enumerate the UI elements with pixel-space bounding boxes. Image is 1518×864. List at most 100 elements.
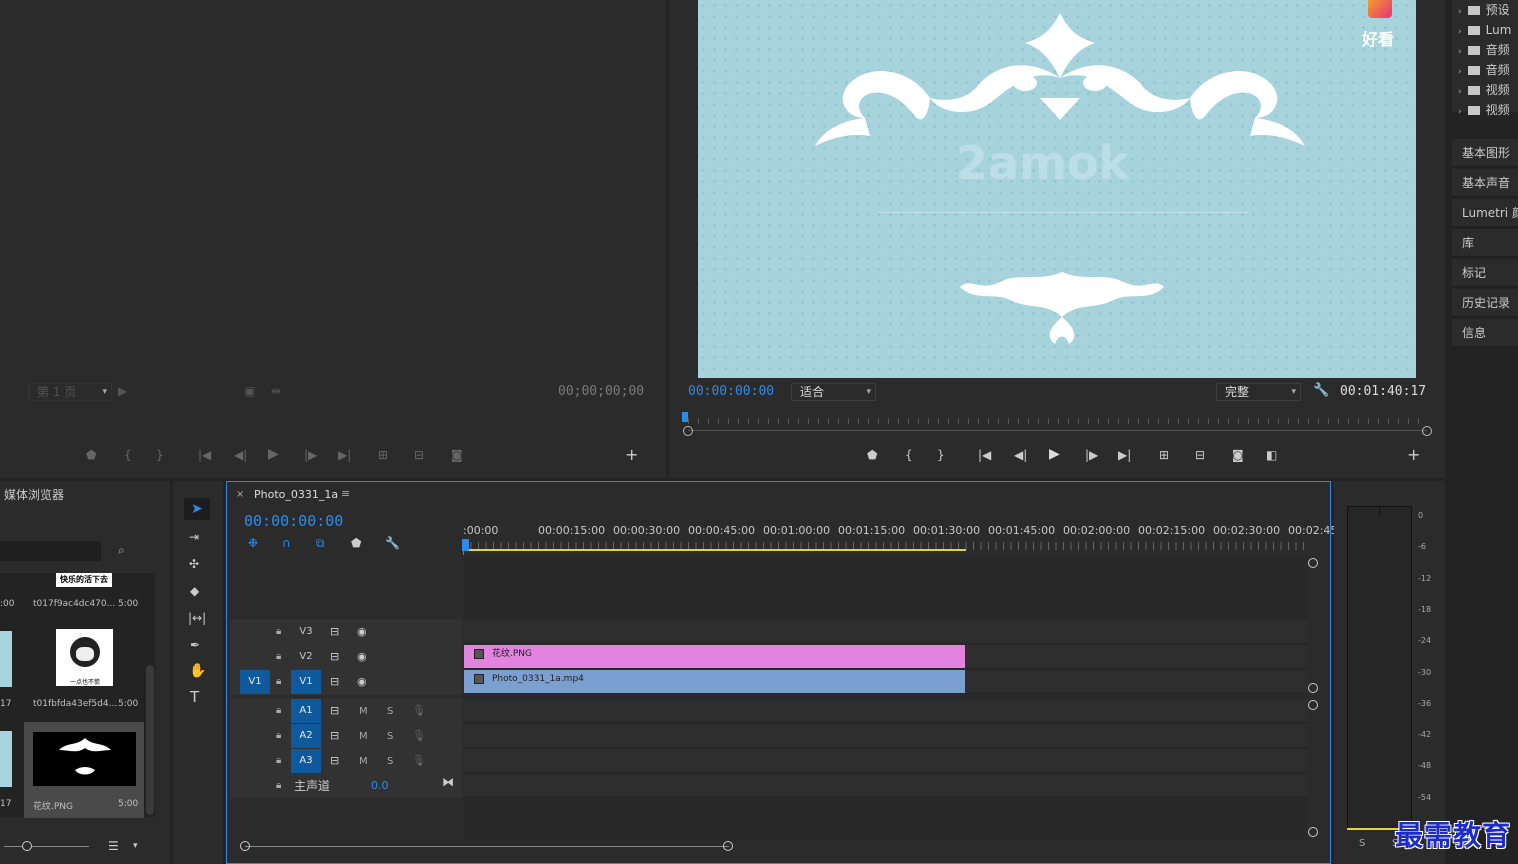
mark-in-icon[interactable]: { xyxy=(124,448,132,462)
eye-icon[interactable]: ◉ xyxy=(357,625,367,639)
camera-icon[interactable]: ◙ xyxy=(1232,448,1244,462)
program-scrub-bar[interactable] xyxy=(688,412,1428,424)
nest-icon[interactable]: ❉ xyxy=(248,536,258,550)
sync-lock-icon[interactable]: ⊟ xyxy=(330,675,339,689)
marker-icon[interactable]: ⬟ xyxy=(867,448,877,462)
side-panel-tab[interactable]: 标记 xyxy=(1452,259,1518,287)
vscroll-video-bottom[interactable] xyxy=(1308,683,1318,693)
side-panel-tab[interactable]: 信息 xyxy=(1452,319,1518,347)
chevron-right-icon[interactable]: › xyxy=(1458,7,1462,17)
extract-icon[interactable]: ⊟ xyxy=(1195,448,1205,462)
go-to-out-icon[interactable]: ▶| xyxy=(1118,448,1131,462)
work-area-bar[interactable] xyxy=(463,549,966,551)
search-browse-icon[interactable]: ⌕ xyxy=(118,543,125,557)
step-forward-icon[interactable]: |▶ xyxy=(304,448,317,462)
media-item-selected[interactable]: 花纹.PNG 5:00 xyxy=(24,722,144,818)
track-target-v3[interactable]: V3 xyxy=(291,620,321,644)
mark-out-icon[interactable]: } xyxy=(156,448,164,462)
snap-icon[interactable]: ∩ xyxy=(282,536,291,550)
sync-lock-icon[interactable]: ⊟ xyxy=(330,625,339,639)
mark-out-icon[interactable]: } xyxy=(937,448,945,462)
track-target-a2[interactable]: A2 xyxy=(291,724,321,748)
track-target-v2[interactable]: V2 xyxy=(291,645,321,669)
media-item[interactable]: 一点也不慌 t01fbfda43ef5d4... 5:00 xyxy=(24,621,144,713)
clip-mp4[interactable]: Photo_0331_1a.mp4 xyxy=(464,670,965,693)
effects-tree-row[interactable]: › 音频 xyxy=(1458,60,1510,80)
step-back-icon[interactable]: ◀| xyxy=(1014,448,1027,462)
chevron-right-icon[interactable]: › xyxy=(1458,67,1462,77)
vscroll-video-top[interactable] xyxy=(1308,558,1318,568)
selection-arrow-icon[interactable]: ➤ xyxy=(191,502,203,516)
lock-icon[interactable]: 🔒︎ xyxy=(276,625,281,639)
export-frame-icon[interactable]: ▣ xyxy=(244,384,255,398)
side-panel-tab[interactable]: Lumetri 颜 xyxy=(1452,199,1518,227)
lock-icon[interactable]: 🔒︎ xyxy=(276,754,281,768)
chevron-right-icon[interactable]: › xyxy=(1458,87,1462,97)
media-scrollbar[interactable] xyxy=(146,665,154,815)
timeline-timecode[interactable]: 00:00:00:00 xyxy=(244,512,343,530)
go-to-in-icon[interactable]: |◀ xyxy=(978,448,991,462)
marker-icon[interactable]: ⬟ xyxy=(86,448,96,462)
zoom-slider-handle[interactable] xyxy=(22,841,32,851)
add-button-icon[interactable]: + xyxy=(1407,447,1420,463)
chevron-right-icon[interactable]: › xyxy=(1458,27,1462,37)
chevron-right-icon[interactable]: › xyxy=(1458,107,1462,117)
sort-icon[interactable]: ☰ xyxy=(108,839,119,853)
side-panel-tab[interactable]: 基本图形 xyxy=(1452,139,1518,167)
zoom-slider-track[interactable] xyxy=(4,846,89,847)
media-item[interactable]: 快乐的活下去 t017f9ac4dc470... 5:00 xyxy=(24,573,144,613)
wrench-icon[interactable]: 🔧 xyxy=(385,536,400,550)
mark-in-icon[interactable]: { xyxy=(905,448,913,462)
sync-lock-icon[interactable]: ⊟ xyxy=(330,704,339,718)
sequence-tab[interactable]: Photo_0331_1a xyxy=(254,488,338,501)
sync-lock-icon[interactable]: ⊟ xyxy=(330,754,339,768)
add-button-icon[interactable]: + xyxy=(625,447,638,463)
wrench-icon[interactable]: 🔧 xyxy=(1313,384,1329,398)
source-page-select[interactable]: 第 1 页 ▾ xyxy=(28,383,112,401)
lock-icon[interactable]: 🔒︎ xyxy=(276,729,281,743)
insert-icon[interactable]: ⊞ xyxy=(378,448,388,462)
compare-icon[interactable]: ◧ xyxy=(1266,448,1277,462)
solo-button[interactable]: S xyxy=(387,706,393,717)
play-icon[interactable]: ▶ xyxy=(268,447,279,461)
zoom-bar[interactable] xyxy=(688,430,1427,431)
program-playhead[interactable] xyxy=(682,412,688,422)
play-icon[interactable]: ▶ xyxy=(1049,447,1060,461)
master-track-lane[interactable] xyxy=(463,774,1308,798)
clipped-thumb-2[interactable] xyxy=(0,731,12,787)
fit-select[interactable]: 适合 ▾ xyxy=(791,383,876,401)
sync-lock-icon[interactable]: ⊟ xyxy=(330,729,339,743)
close-tab-icon[interactable]: × xyxy=(236,489,244,500)
add-marker-icon[interactable]: ⬟ xyxy=(351,536,361,550)
zoom-handle-right[interactable] xyxy=(1422,426,1432,436)
clipped-thumb-1[interactable] xyxy=(0,631,12,687)
overwrite-icon[interactable]: ⊟ xyxy=(414,448,424,462)
lock-icon[interactable]: 🔒︎ xyxy=(276,779,281,793)
effects-tree-row[interactable]: › Lum xyxy=(1458,20,1511,40)
go-to-end-icon[interactable]: ⧓ xyxy=(442,775,454,789)
media-search-input[interactable] xyxy=(0,541,101,561)
step-back-icon[interactable]: ◀| xyxy=(234,448,247,462)
effects-tree-row[interactable]: › 音频 xyxy=(1458,40,1510,60)
vscroll-audio-bottom[interactable] xyxy=(1308,827,1318,837)
side-panel-tab[interactable]: 库 xyxy=(1452,229,1518,257)
panel-menu-icon[interactable]: ≡ xyxy=(341,487,350,500)
effects-tree-row[interactable]: › 视频 xyxy=(1458,80,1510,100)
slip-icon[interactable]: |↔| xyxy=(188,611,206,625)
hscroll-handle-left[interactable] xyxy=(240,841,250,851)
solo-button[interactable]: S xyxy=(387,756,393,767)
microphone-icon[interactable]: 🎙︎ xyxy=(412,704,426,718)
video-track-lane[interactable] xyxy=(463,620,1308,644)
hscroll-track[interactable] xyxy=(245,846,729,847)
microphone-icon[interactable]: 🎙︎ xyxy=(412,729,426,743)
track-target-v1[interactable]: V1 xyxy=(291,670,321,694)
mute-button[interactable]: M xyxy=(359,706,368,717)
meter-solo-left[interactable]: S xyxy=(1359,838,1365,849)
side-panel-tab[interactable]: 历史记录 xyxy=(1452,289,1518,317)
side-panel-tab[interactable]: 基本声音 xyxy=(1452,169,1518,197)
quality-select[interactable]: 完整 ▾ xyxy=(1216,383,1301,401)
solo-button[interactable]: S xyxy=(387,731,393,742)
lock-icon[interactable]: 🔒︎ xyxy=(276,704,281,718)
track-target-a1[interactable]: A1 xyxy=(291,699,321,723)
linked-selection-icon[interactable]: ⧉ xyxy=(316,536,325,550)
